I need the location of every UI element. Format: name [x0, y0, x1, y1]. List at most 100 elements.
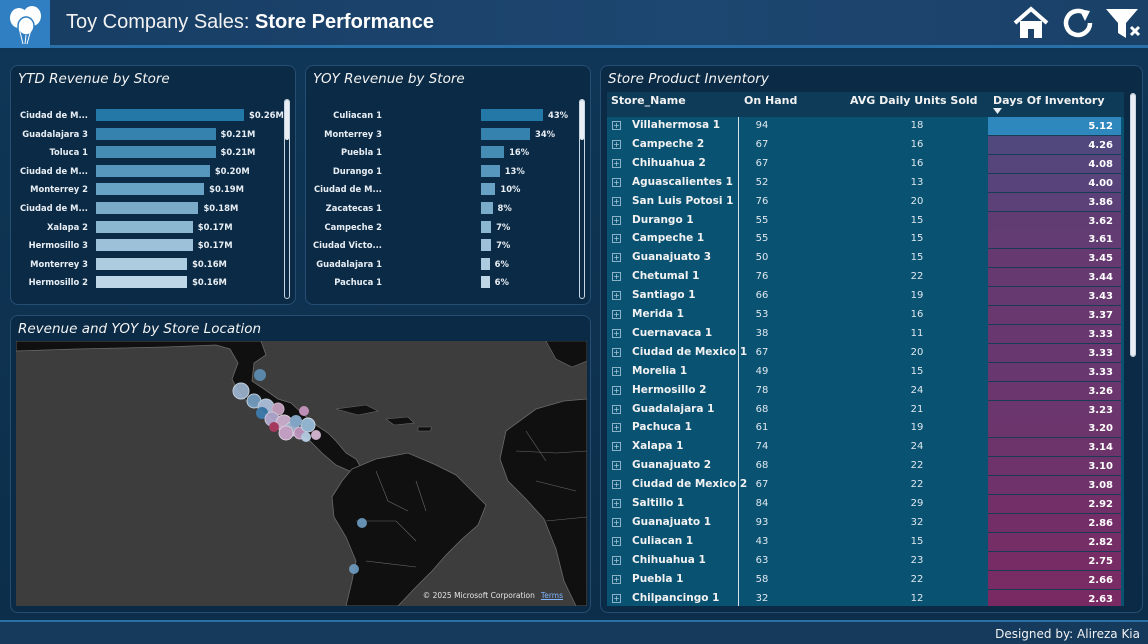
- table-row[interactable]: + Durango 1 55 15 3.62: [607, 211, 1124, 231]
- table-row[interactable]: + Santiago 1 66 19 3.43: [607, 287, 1124, 307]
- bar-mark[interactable]: [481, 146, 505, 159]
- bar-mark[interactable]: [96, 164, 210, 177]
- table-row[interactable]: + Guadalajara 1 68 21 3.23: [607, 400, 1124, 420]
- yoy-scrollbar[interactable]: [579, 99, 585, 299]
- table-row[interactable]: + San Luis Potosi 1 76 20 3.86: [607, 192, 1124, 212]
- expand-row-icon[interactable]: +: [612, 328, 621, 338]
- table-row[interactable]: + Campeche 1 55 15 3.61: [607, 230, 1124, 250]
- bar-mark[interactable]: [481, 109, 543, 121]
- col-on-hand[interactable]: On Hand: [744, 94, 797, 107]
- table-row[interactable]: + Chetumal 1 76 22 3.44: [607, 268, 1124, 288]
- table-row[interactable]: + Puebla 1 58 22 2.66: [607, 570, 1124, 590]
- expand-row-icon[interactable]: +: [612, 347, 621, 357]
- on-hand-cell: 76: [755, 195, 769, 207]
- store-name-cell: Merida 1: [632, 308, 684, 320]
- on-hand-cell: 63: [755, 554, 769, 566]
- table-row[interactable]: + Chihuahua 2 67 16 4.08: [607, 154, 1124, 174]
- expand-row-icon[interactable]: +: [612, 593, 621, 603]
- table-row[interactable]: + Ciudad de Mexico 2 67 22 3.08: [607, 476, 1124, 496]
- inventory-scrollbar[interactable]: [1130, 93, 1136, 357]
- bar-mark[interactable]: [481, 257, 490, 270]
- expand-row-icon[interactable]: +: [612, 139, 621, 149]
- bar-mark[interactable]: [481, 239, 492, 252]
- bar-mark[interactable]: [481, 127, 531, 140]
- bar-value-label: $0.17M: [197, 240, 233, 251]
- col-days-of-inventory[interactable]: Days Of Inventory: [993, 94, 1105, 107]
- table-row[interactable]: + Culiacan 1 43 15 2.82: [607, 532, 1124, 552]
- yoy-scroll-thumb[interactable]: [580, 100, 584, 140]
- expand-row-icon[interactable]: +: [612, 121, 621, 130]
- on-hand-cell: 52: [755, 176, 769, 188]
- avg-daily-units-cell: 15: [910, 214, 924, 226]
- table-row[interactable]: + Merida 1 53 16 3.37: [607, 306, 1124, 325]
- table-row[interactable]: + Campeche 2 67 16 4.26: [607, 135, 1124, 155]
- bar-mark[interactable]: [481, 164, 500, 177]
- expand-row-icon[interactable]: +: [612, 574, 621, 584]
- table-row[interactable]: + Chihuahua 1 63 23 2.75: [607, 551, 1124, 571]
- table-row[interactable]: + Saltillo 1 84 29 2.92: [607, 495, 1124, 514]
- table-row[interactable]: + Aguascalientes 1 52 13 4.00: [607, 173, 1124, 193]
- expand-row-icon[interactable]: +: [612, 215, 621, 225]
- on-hand-cell: 58: [755, 573, 769, 585]
- expand-row-icon[interactable]: +: [612, 158, 621, 168]
- table-row[interactable]: + Guanajuato 3 50 15 3.45: [607, 249, 1124, 269]
- table-row[interactable]: + Guanajuato 2 68 22 3.10: [607, 457, 1124, 477]
- bar-mark[interactable]: [481, 276, 490, 289]
- table-row[interactable]: + Hermosillo 2 78 24 3.26: [607, 381, 1124, 401]
- table-row[interactable]: + Morelia 1 49 15 3.33: [607, 362, 1124, 382]
- map-terms-link[interactable]: Terms: [541, 591, 563, 600]
- expand-row-icon[interactable]: +: [612, 404, 621, 414]
- table-row[interactable]: + Xalapa 1 74 24 3.14: [607, 438, 1124, 458]
- bar-mark[interactable]: [96, 276, 188, 289]
- bar-mark[interactable]: [96, 239, 193, 252]
- avg-daily-units-cell: 16: [910, 157, 924, 169]
- expand-row-icon[interactable]: +: [612, 196, 621, 206]
- store-name-cell: Ciudad de Mexico 2: [632, 478, 748, 491]
- expand-row-icon[interactable]: +: [612, 461, 621, 471]
- store-location-map[interactable]: © 2025 Microsoft Corporation Terms: [16, 341, 587, 606]
- expand-row-icon[interactable]: +: [612, 291, 621, 301]
- expand-row-icon[interactable]: +: [612, 442, 621, 452]
- col-avg-daily-units[interactable]: AVG Daily Units Sold: [850, 94, 978, 107]
- bar-mark[interactable]: [96, 220, 193, 233]
- bar-mark[interactable]: [481, 202, 493, 214]
- bar-category-label: Ciudad de M...: [19, 165, 88, 176]
- ytd-scroll-thumb[interactable]: [285, 100, 289, 140]
- expand-row-icon[interactable]: +: [612, 499, 621, 508]
- expand-row-icon[interactable]: +: [612, 366, 621, 376]
- home-icon[interactable]: [1012, 5, 1050, 45]
- expand-row-icon[interactable]: +: [612, 310, 621, 319]
- inventory-scroll-thumb[interactable]: [1131, 94, 1135, 356]
- bar-mark[interactable]: [481, 183, 496, 196]
- table-row[interactable]: + Villahermosa 1 94 18 5.12: [607, 117, 1124, 136]
- expand-row-icon[interactable]: +: [612, 480, 621, 490]
- ytd-scrollbar[interactable]: [284, 99, 290, 299]
- bar-mark[interactable]: [96, 146, 216, 159]
- bar-category-label: Toluca 1: [49, 147, 88, 158]
- expand-row-icon[interactable]: +: [612, 385, 621, 395]
- table-row[interactable]: + Cuernavaca 1 38 11 3.33: [607, 324, 1124, 344]
- expand-row-icon[interactable]: +: [612, 272, 621, 282]
- bar-mark[interactable]: [96, 257, 188, 270]
- bar-mark[interactable]: [481, 220, 492, 233]
- expand-row-icon[interactable]: +: [612, 177, 621, 187]
- bar-mark[interactable]: [96, 202, 199, 214]
- col-store-name[interactable]: Store_Name: [611, 94, 686, 107]
- expand-row-icon[interactable]: +: [612, 536, 621, 546]
- filter-icon[interactable]: [1104, 5, 1144, 45]
- bar-mark[interactable]: [96, 127, 216, 140]
- table-row[interactable]: + Pachuca 1 61 19 3.20: [607, 419, 1124, 439]
- expand-row-icon[interactable]: +: [612, 253, 621, 263]
- bar-mark[interactable]: [96, 183, 205, 196]
- table-row[interactable]: + Guanajuato 1 93 32 2.86: [607, 513, 1124, 533]
- expand-row-icon[interactable]: +: [612, 555, 621, 565]
- table-row[interactable]: + Ciudad de Mexico 1 67 20 3.33: [607, 343, 1124, 363]
- expand-row-icon[interactable]: +: [612, 234, 621, 244]
- expand-row-icon[interactable]: +: [612, 423, 621, 433]
- expand-row-icon[interactable]: +: [612, 517, 621, 527]
- bar-mark[interactable]: [96, 109, 244, 121]
- on-hand-cell: 53: [755, 309, 769, 320]
- refresh-icon[interactable]: [1060, 5, 1098, 45]
- table-row[interactable]: + Chilpancingo 1 32 12 2.63: [607, 589, 1124, 606]
- inventory-table-body: + Villahermosa 1 94 18 5.12 + Campeche 2 67 16 4.…: [607, 117, 1124, 606]
